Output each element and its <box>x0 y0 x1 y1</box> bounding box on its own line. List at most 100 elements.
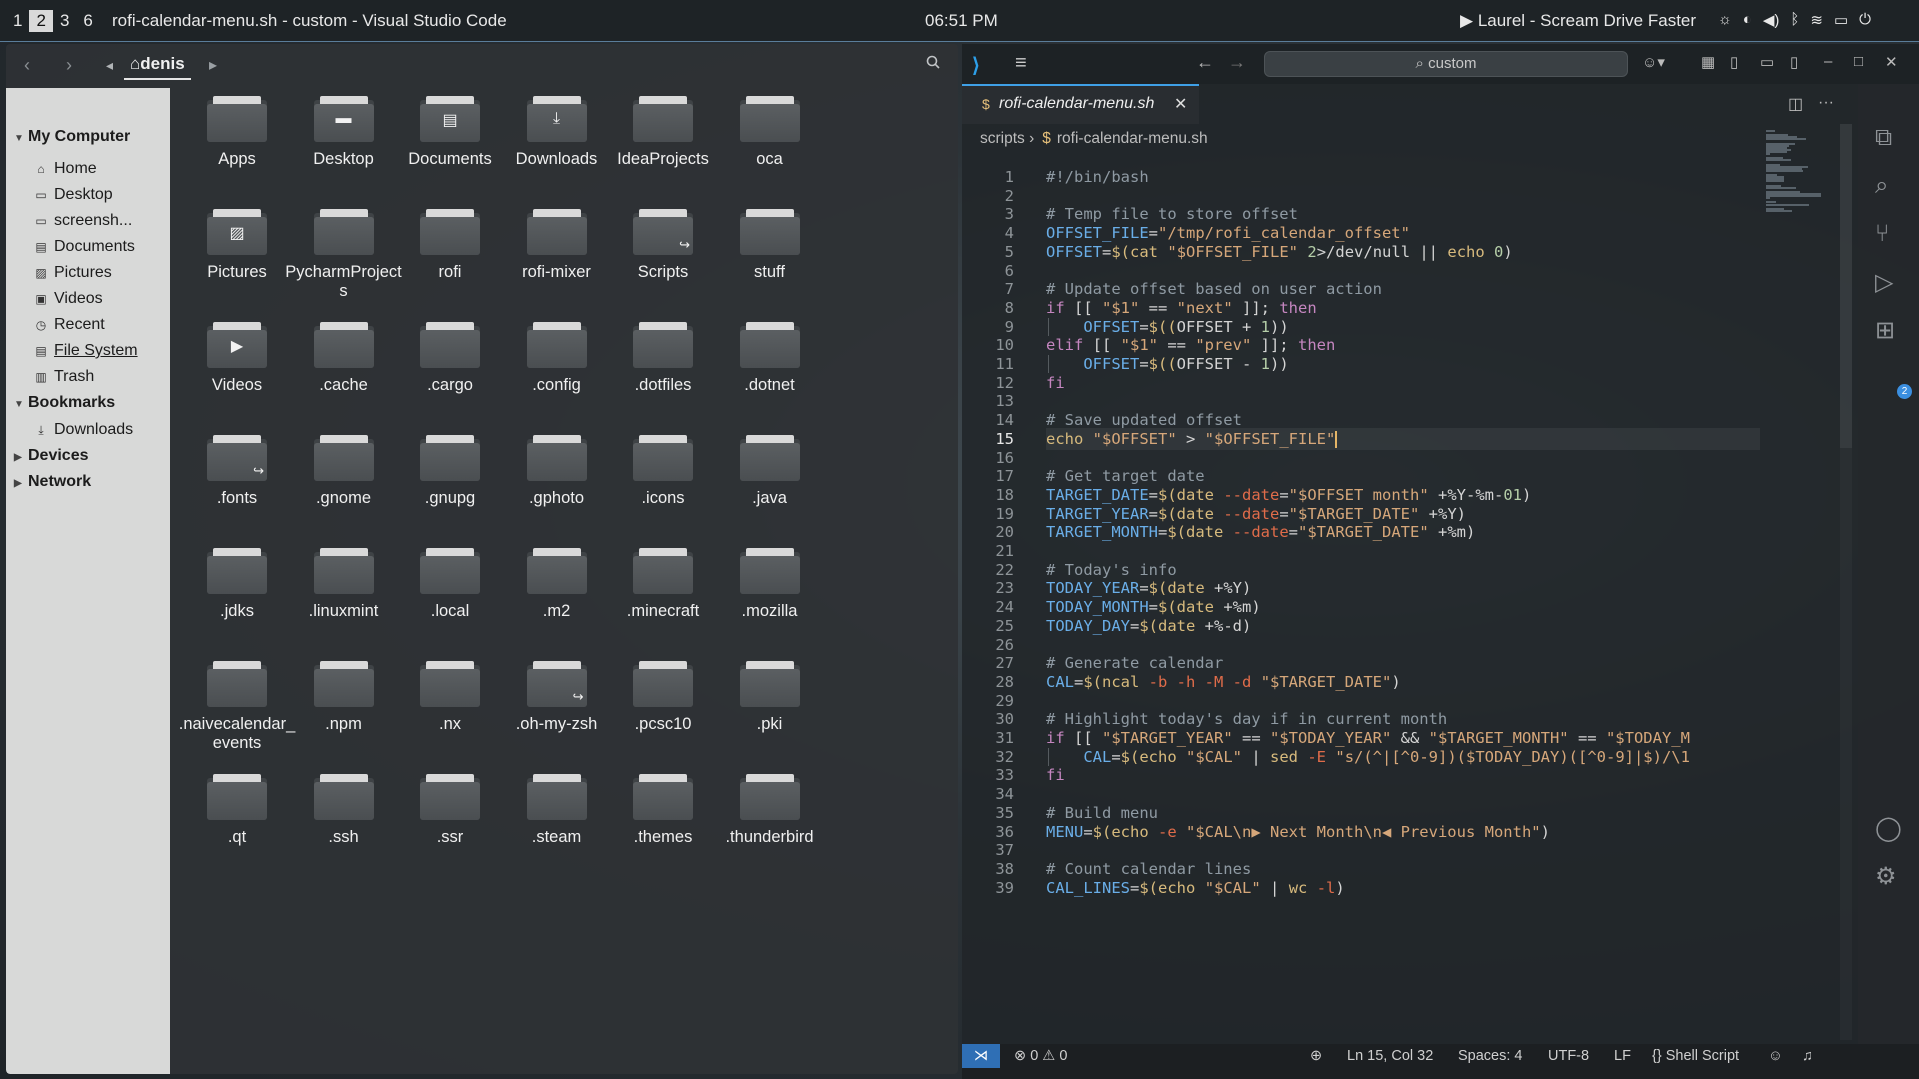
clock[interactable]: 06:51 PM <box>925 11 998 31</box>
workspace-1[interactable]: 1 <box>6 10 29 32</box>
code-line[interactable]: # Highlight today's day if in current mo… <box>1046 710 1447 728</box>
account-icon[interactable]: ◯ <box>1875 814 1902 843</box>
encoding[interactable]: UTF-8 <box>1548 1048 1589 1064</box>
breadcrumb-folder[interactable]: scripts <box>980 130 1025 147</box>
file-item[interactable]: .gnupg <box>388 435 512 508</box>
file-item[interactable]: .jdks <box>175 548 299 621</box>
code-line[interactable]: CAL=$(ncal -b -h -M -d "$TARGET_DATE") <box>1046 673 1401 691</box>
play-icon[interactable]: ▶ <box>1460 11 1473 30</box>
file-item[interactable]: .pki <box>708 661 832 734</box>
toggle-primary-sidebar-icon[interactable]: ▯ <box>1730 53 1738 71</box>
code-line[interactable]: if [[ "$1" == "next" ]]; then <box>1046 299 1317 317</box>
file-item[interactable]: oca <box>708 96 832 169</box>
code-line[interactable]: TODAY_YEAR=$(date +%Y) <box>1046 579 1251 597</box>
sidebar-item-documents[interactable]: ▤ Documents <box>34 238 135 256</box>
sidebar-item-videos[interactable]: ▣ Videos <box>34 290 102 308</box>
file-item[interactable]: .ssh <box>282 774 406 847</box>
battery-icon[interactable]: ▭ <box>1834 11 1848 29</box>
file-item[interactable]: .ssr <box>388 774 512 847</box>
code-line[interactable]: # Generate calendar <box>1046 654 1223 672</box>
indentation[interactable]: Spaces: 4 <box>1458 1048 1523 1064</box>
sidebar-section-network[interactable]: ▶ Network <box>14 473 91 491</box>
file-item[interactable]: .dotfiles <box>601 322 725 395</box>
sidebar-item-pictures[interactable]: ▨ Pictures <box>34 264 111 282</box>
source-control-icon[interactable]: ⑂ <box>1875 220 1889 248</box>
breadcrumb-home[interactable]: ⌂denis <box>124 54 191 80</box>
workspace-2[interactable]: 2 <box>29 10 53 32</box>
editor-scrollbar[interactable] <box>1840 124 1852 1040</box>
toggle-panel-icon[interactable]: ▭ <box>1760 53 1774 71</box>
file-item[interactable]: .gphoto <box>495 435 619 508</box>
cursor-position[interactable]: Ln 15, Col 32 <box>1347 1048 1433 1064</box>
file-item[interactable]: .m2 <box>495 548 619 621</box>
minimap[interactable] <box>1762 124 1836 1040</box>
file-item[interactable]: ⤓ Downloads <box>495 96 619 169</box>
breadcrumb-right-arrow-icon[interactable]: ▸ <box>209 55 217 75</box>
toggle-secondary-sidebar-icon[interactable]: ▯ <box>1790 53 1798 71</box>
code-line[interactable]: MENU=$(echo -e "$CAL\n▶ Next Month\n◀ Pr… <box>1046 823 1550 841</box>
file-item[interactable]: rofi <box>388 209 512 282</box>
file-item[interactable]: .config <box>495 322 619 395</box>
file-item[interactable]: ↪ .oh-my-zsh <box>495 661 619 734</box>
file-item[interactable]: .dotnet <box>708 322 832 395</box>
customize-layout-icon[interactable]: ▦ <box>1701 53 1715 71</box>
file-item[interactable]: .linuxmint <box>282 548 406 621</box>
file-item[interactable]: ▶ Videos <box>175 322 299 395</box>
sidebar-item-trash[interactable]: ▥ Trash <box>34 368 94 386</box>
breadcrumb-file[interactable]: rofi-calendar-menu.sh <box>1057 130 1208 147</box>
sidebar-item-file-system[interactable]: ▤ File System <box>34 342 137 360</box>
volume-icon[interactable]: ◀) <box>1763 11 1780 29</box>
go-forward-arrow-icon[interactable]: → <box>1228 52 1246 73</box>
forward-arrow-icon[interactable]: › <box>66 55 72 76</box>
code-editor[interactable]: 1 #!/bin/bash 2 3 # Temp file to store offse… <box>962 160 1760 1040</box>
file-item[interactable]: .qt <box>175 774 299 847</box>
file-item[interactable]: .pcsc10 <box>601 661 725 734</box>
file-item[interactable]: .cache <box>282 322 406 395</box>
code-line[interactable]: # Save updated offset <box>1046 411 1242 429</box>
sidebar-section-devices[interactable]: ▶ Devices <box>14 447 89 465</box>
file-item[interactable]: .java <box>708 435 832 508</box>
search-icon[interactable] <box>926 55 940 74</box>
file-item[interactable]: rofi-mixer <box>495 209 619 282</box>
file-item[interactable]: ↪ .fonts <box>175 435 299 508</box>
code-line[interactable]: TARGET_MONTH=$(date --date="$TARGET_DATE… <box>1046 523 1475 541</box>
code-line[interactable]: #!/bin/bash <box>1046 168 1149 186</box>
code-line[interactable]: echo "$OFFSET" > "$OFFSET_FILE" <box>1046 430 1338 448</box>
file-item[interactable]: .naivecalendar_events <box>175 661 299 753</box>
code-line[interactable]: TODAY_MONTH=$(date +%m) <box>1046 598 1261 616</box>
sidebar-item-bookmark-downloads[interactable]: ⤓ Downloads <box>34 421 133 439</box>
file-item[interactable]: .thunderbird <box>708 774 832 847</box>
back-arrow-icon[interactable]: ‹ <box>24 55 30 76</box>
file-item[interactable]: stuff <box>708 209 832 282</box>
explorer-icon[interactable]: ⧉ <box>1875 124 1892 152</box>
wifi-icon[interactable]: ≋ <box>1810 11 1823 29</box>
file-item[interactable]: .steam <box>495 774 619 847</box>
code-line[interactable]: OFFSET_FILE="/tmp/rofi_calendar_offset" <box>1046 224 1410 242</box>
scrollbar-thumb[interactable] <box>1840 124 1852 448</box>
code-line[interactable]: CAL=$(echo "$CAL" | sed -E "s/(^|[^0-9])… <box>1046 748 1690 766</box>
language-mode[interactable]: {} Shell Script <box>1652 1048 1739 1064</box>
extensions-icon[interactable]: ⊞ <box>1875 316 1895 345</box>
sidebar-section-bookmarks[interactable]: ▼ Bookmarks <box>14 394 115 412</box>
code-line[interactable]: # Today's info <box>1046 561 1177 579</box>
close-window-icon[interactable]: ✕ <box>1885 53 1898 71</box>
code-line[interactable]: # Count calendar lines <box>1046 860 1251 878</box>
code-line[interactable]: if [[ "$TARGET_YEAR" == "$TODAY_YEAR" &&… <box>1046 729 1690 747</box>
file-item[interactable]: .icons <box>601 435 725 508</box>
go-back-arrow-icon[interactable]: ← <box>1196 52 1214 73</box>
workspace-3[interactable]: 3 <box>53 10 76 32</box>
file-item[interactable]: .npm <box>282 661 406 734</box>
close-tab-icon[interactable]: ✕ <box>1174 94 1187 114</box>
brightness-icon[interactable]: ☼ <box>1718 11 1732 29</box>
end-of-line[interactable]: LF <box>1614 1048 1631 1064</box>
file-item[interactable]: .mozilla <box>708 548 832 621</box>
notifications-bell-icon[interactable]: ♫ <box>1802 1048 1813 1064</box>
file-item[interactable]: ▨ Pictures <box>175 209 299 282</box>
file-item[interactable]: .minecraft <box>601 548 725 621</box>
sidebar-item-desktop[interactable]: ▭ Desktop <box>34 186 112 204</box>
file-item[interactable]: IdeaProjects <box>601 96 725 169</box>
code-line[interactable]: TODAY_DAY=$(date +%-d) <box>1046 617 1251 635</box>
file-item[interactable]: .cargo <box>388 322 512 395</box>
zoom-icon[interactable]: ⊕ <box>1310 1048 1322 1064</box>
editor-tab-active[interactable]: $ rofi-calendar-menu.sh ✕ <box>962 84 1199 124</box>
